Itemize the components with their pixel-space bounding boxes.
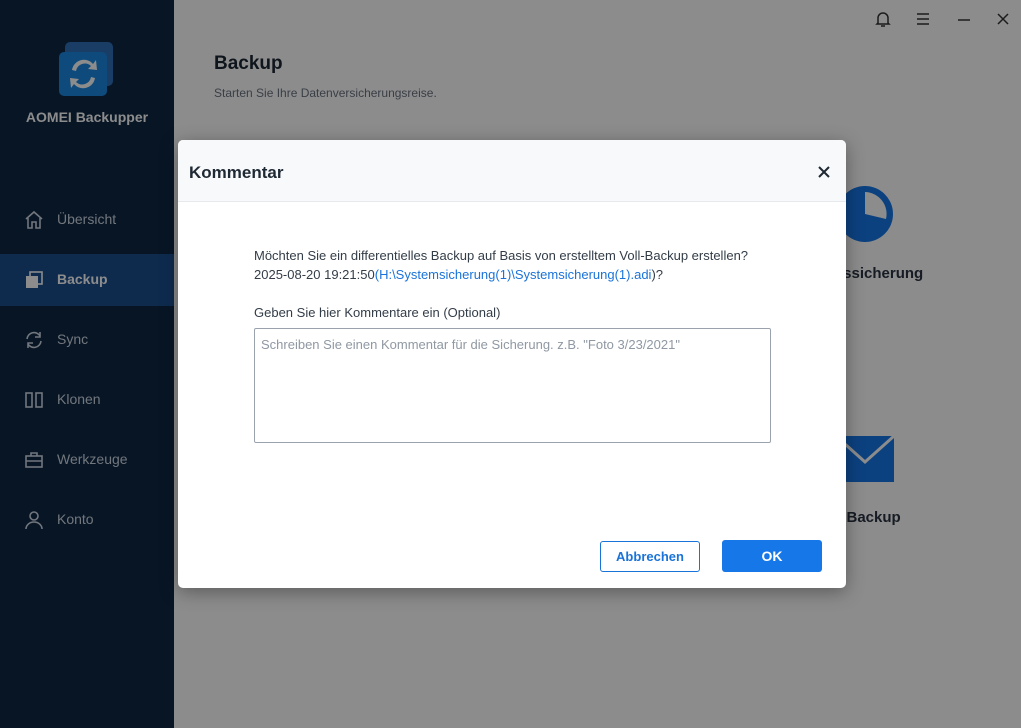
backup-path-link[interactable]: H:\Systemsicherung(1)\Systemsicherung(1)… xyxy=(379,267,651,282)
close-icon[interactable] xyxy=(814,162,834,182)
question-text: Möchten Sie ein differentielles Backup a… xyxy=(254,246,748,284)
dialog-header: Kommentar xyxy=(178,140,846,202)
ok-button[interactable]: OK xyxy=(722,540,822,572)
question-line1: Möchten Sie ein differentielles Backup a… xyxy=(254,248,749,263)
comment-label: Geben Sie hier Kommentare ein (Optional) xyxy=(254,305,501,320)
cancel-button[interactable]: Abbrechen xyxy=(600,541,700,572)
comment-input[interactable] xyxy=(254,328,771,443)
paren-close: )? xyxy=(651,267,664,282)
question-line2: 2025-08-20 19:21:50(H:\Systemsicherung(1… xyxy=(254,265,748,284)
backup-date: 2025-08-20 19:21:50 xyxy=(254,267,375,282)
comment-dialog: Kommentar Möchten Sie ein differentielle… xyxy=(178,140,846,588)
dialog-title: Kommentar xyxy=(189,163,284,182)
